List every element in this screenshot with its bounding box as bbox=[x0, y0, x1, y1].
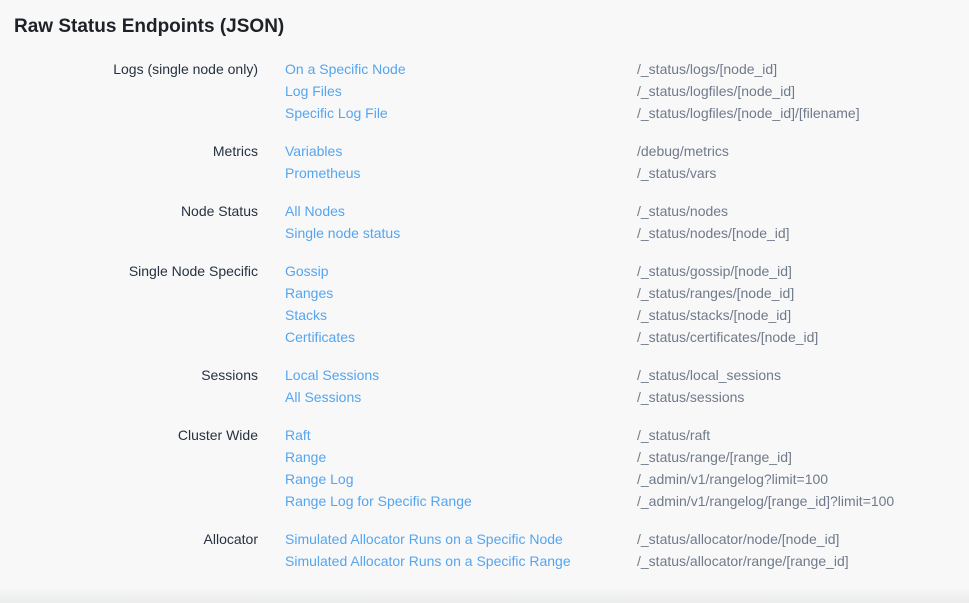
endpoint-row: Local Sessions /_status/local_sessions bbox=[258, 364, 969, 386]
section-rows: Gossip /_status/gossip/[node_id] Ranges … bbox=[258, 260, 969, 348]
endpoint-path: /_status/stacks/[node_id] bbox=[637, 304, 969, 326]
endpoint-sections: Logs (single node only) On a Specific No… bbox=[0, 58, 969, 572]
endpoint-path: /_status/local_sessions bbox=[637, 364, 969, 386]
section-rows: All Nodes /_status/nodes Single node sta… bbox=[258, 200, 969, 244]
endpoint-row: Specific Log File /_status/logfiles/[nod… bbox=[258, 102, 969, 124]
endpoint-path: /debug/metrics bbox=[637, 140, 969, 162]
section-category-label: Sessions bbox=[0, 364, 258, 408]
endpoint-path: /_status/ranges/[node_id] bbox=[637, 282, 969, 304]
endpoint-row: Range /_status/range/[range_id] bbox=[258, 446, 969, 468]
endpoint-link[interactable]: All Nodes bbox=[285, 200, 345, 222]
section-rows: Simulated Allocator Runs on a Specific N… bbox=[258, 528, 969, 572]
endpoint-row: Gossip /_status/gossip/[node_id] bbox=[258, 260, 969, 282]
endpoint-link[interactable]: Ranges bbox=[285, 282, 333, 304]
endpoint-section: Metrics Variables /debug/metrics Prometh… bbox=[0, 140, 969, 184]
section-rows: Local Sessions /_status/local_sessions A… bbox=[258, 364, 969, 408]
endpoint-row: Log Files /_status/logfiles/[node_id] bbox=[258, 80, 969, 102]
endpoint-row: Stacks /_status/stacks/[node_id] bbox=[258, 304, 969, 326]
endpoint-row: Variables /debug/metrics bbox=[258, 140, 969, 162]
endpoint-section: Allocator Simulated Allocator Runs on a … bbox=[0, 528, 969, 572]
endpoint-row: Ranges /_status/ranges/[node_id] bbox=[258, 282, 969, 304]
page-title: Raw Status Endpoints (JSON) bbox=[14, 14, 969, 40]
section-category-label: Node Status bbox=[0, 200, 258, 244]
endpoint-row: Certificates /_status/certificates/[node… bbox=[258, 326, 969, 348]
endpoint-link[interactable]: Range bbox=[285, 446, 326, 468]
endpoint-row: All Nodes /_status/nodes bbox=[258, 200, 969, 222]
section-category-label: Single Node Specific bbox=[0, 260, 258, 348]
bottom-fade-shadow bbox=[0, 587, 969, 603]
endpoint-path: /_status/allocator/node/[node_id] bbox=[637, 528, 969, 550]
section-rows: On a Specific Node /_status/logs/[node_i… bbox=[258, 58, 969, 124]
section-category-label: Cluster Wide bbox=[0, 424, 258, 512]
endpoint-link[interactable]: Local Sessions bbox=[285, 364, 379, 386]
endpoint-path: /_status/nodes bbox=[637, 200, 969, 222]
endpoint-path: /_admin/v1/rangelog?limit=100 bbox=[637, 468, 969, 490]
endpoint-link[interactable]: Prometheus bbox=[285, 162, 360, 184]
endpoint-path: /_status/logfiles/[node_id]/[filename] bbox=[637, 102, 969, 124]
endpoint-link[interactable]: On a Specific Node bbox=[285, 58, 406, 80]
endpoint-link[interactable]: Simulated Allocator Runs on a Specific R… bbox=[285, 550, 571, 572]
endpoint-row: Range Log for Specific Range /_admin/v1/… bbox=[258, 490, 969, 512]
endpoint-link[interactable]: Simulated Allocator Runs on a Specific N… bbox=[285, 528, 563, 550]
endpoint-row: Range Log /_admin/v1/rangelog?limit=100 bbox=[258, 468, 969, 490]
endpoint-path: /_status/gossip/[node_id] bbox=[637, 260, 969, 282]
endpoint-row: All Sessions /_status/sessions bbox=[258, 386, 969, 408]
endpoint-link[interactable]: Range Log for Specific Range bbox=[285, 490, 472, 512]
endpoint-link[interactable]: Single node status bbox=[285, 222, 400, 244]
endpoint-link[interactable]: Raft bbox=[285, 424, 311, 446]
section-category-label: Logs (single node only) bbox=[0, 58, 258, 124]
endpoint-path: /_status/certificates/[node_id] bbox=[637, 326, 969, 348]
endpoint-row: Single node status /_status/nodes/[node_… bbox=[258, 222, 969, 244]
endpoint-section: Sessions Local Sessions /_status/local_s… bbox=[0, 364, 969, 408]
section-category-label: Allocator bbox=[0, 528, 258, 572]
endpoint-path: /_status/logfiles/[node_id] bbox=[637, 80, 969, 102]
endpoint-row: Simulated Allocator Runs on a Specific N… bbox=[258, 528, 969, 550]
endpoint-link[interactable]: Log Files bbox=[285, 80, 342, 102]
section-category-label: Metrics bbox=[0, 140, 258, 184]
debug-endpoints-page: Raw Status Endpoints (JSON) Logs (single… bbox=[0, 0, 969, 603]
endpoint-section: Logs (single node only) On a Specific No… bbox=[0, 58, 969, 124]
endpoint-link[interactable]: Specific Log File bbox=[285, 102, 388, 124]
endpoint-row: Raft /_status/raft bbox=[258, 424, 969, 446]
endpoint-path: /_status/sessions bbox=[637, 386, 969, 408]
endpoint-path: /_status/vars bbox=[637, 162, 969, 184]
endpoint-path: /_status/range/[range_id] bbox=[637, 446, 969, 468]
endpoint-section: Cluster Wide Raft /_status/raft Range /_… bbox=[0, 424, 969, 512]
endpoint-link[interactable]: All Sessions bbox=[285, 386, 361, 408]
endpoint-row: On a Specific Node /_status/logs/[node_i… bbox=[258, 58, 969, 80]
endpoint-path: /_status/raft bbox=[637, 424, 969, 446]
endpoint-path: /_status/logs/[node_id] bbox=[637, 58, 969, 80]
endpoint-section: Single Node Specific Gossip /_status/gos… bbox=[0, 260, 969, 348]
endpoint-path: /_status/allocator/range/[range_id] bbox=[637, 550, 969, 572]
section-rows: Variables /debug/metrics Prometheus /_st… bbox=[258, 140, 969, 184]
endpoint-path: /_admin/v1/rangelog/[range_id]?limit=100 bbox=[637, 490, 969, 512]
endpoint-link[interactable]: Stacks bbox=[285, 304, 327, 326]
endpoint-section: Node Status All Nodes /_status/nodes Sin… bbox=[0, 200, 969, 244]
endpoint-row: Prometheus /_status/vars bbox=[258, 162, 969, 184]
endpoint-link[interactable]: Variables bbox=[285, 140, 342, 162]
endpoint-link[interactable]: Certificates bbox=[285, 326, 355, 348]
endpoint-link[interactable]: Gossip bbox=[285, 260, 329, 282]
endpoint-path: /_status/nodes/[node_id] bbox=[637, 222, 969, 244]
section-rows: Raft /_status/raft Range /_status/range/… bbox=[258, 424, 969, 512]
endpoint-row: Simulated Allocator Runs on a Specific R… bbox=[258, 550, 969, 572]
endpoint-link[interactable]: Range Log bbox=[285, 468, 354, 490]
